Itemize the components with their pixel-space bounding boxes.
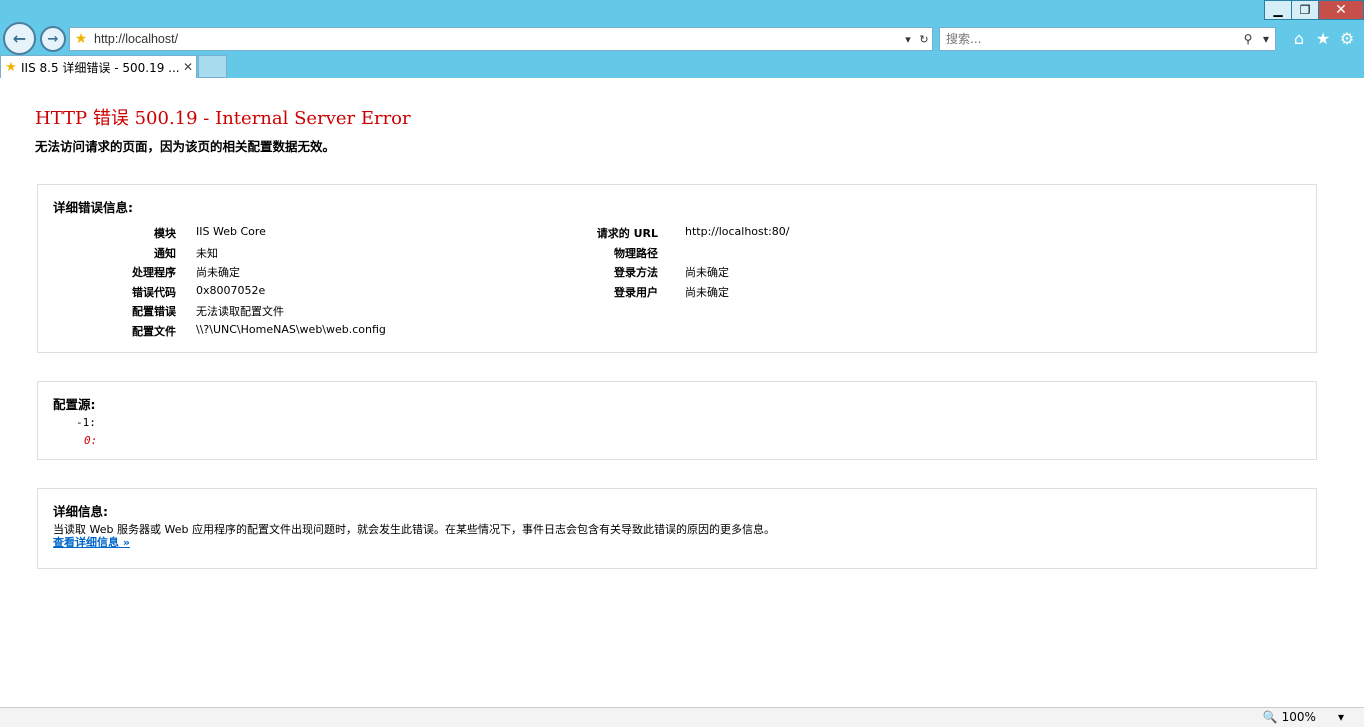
more-info-text: 当读取 Web 服务器或 Web 应用程序的配置文件出现问题时，就会发生此错误。… xyxy=(53,523,775,536)
error-heading: HTTP 错误 500.19 - Internal Server Error xyxy=(35,108,411,129)
kv-value: \\?\UNC\HomeNAS\web\web.config xyxy=(196,323,386,336)
kv-key: 登录方法 xyxy=(614,266,658,279)
kv-value: 尚未确定 xyxy=(685,286,729,299)
tools-gear-icon[interactable]: ⚙ xyxy=(1337,28,1357,48)
kv-key: 登录用户 xyxy=(614,286,658,299)
search-input[interactable] xyxy=(940,31,1239,47)
kv-value: IIS Web Core xyxy=(196,225,266,238)
search-icon[interactable]: ⚲ xyxy=(1239,32,1257,46)
home-icon[interactable]: ⌂ xyxy=(1289,28,1309,48)
kv-key: 错误代码 xyxy=(132,286,176,299)
browser-chrome: ▁ ❐ ✕ ← → ★ http://localhost/ ▾ ↻ ⚲ ▾ ⌂ … xyxy=(0,0,1364,78)
window-controls: ▁ ❐ ✕ xyxy=(1264,0,1364,20)
kv-value: 未知 xyxy=(196,247,218,260)
page-content: HTTP 错误 500.19 - Internal Server Error 无… xyxy=(0,78,1364,707)
kv-key: 请求的 URL xyxy=(596,227,658,240)
more-info-title: 详细信息: xyxy=(53,504,108,519)
kv-key: 模块 xyxy=(154,227,176,240)
new-tab-button[interactable] xyxy=(198,55,227,78)
tab-active[interactable]: ★ IIS 8.5 详细错误 - 500.19 ... ✕ xyxy=(0,55,197,78)
kv-value: 尚未确定 xyxy=(685,266,729,279)
detailed-error-panel: 详细错误信息: 模块 IIS Web Core 通知 未知 处理程序 尚未确定 … xyxy=(37,184,1317,353)
config-source-line: -1: xyxy=(76,416,96,429)
error-subheading: 无法访问请求的页面，因为该页的相关配置数据无效。 xyxy=(35,139,336,154)
tab-title: IIS 8.5 详细错误 - 500.19 ... xyxy=(21,60,180,75)
more-info-panel: 详细信息: 当读取 Web 服务器或 Web 应用程序的配置文件出现问题时，就会… xyxy=(37,488,1317,569)
minimize-button[interactable]: ▁ xyxy=(1264,0,1292,20)
status-bar: 🔍 100% ▾ xyxy=(0,707,1364,727)
favicon-star-icon: ★ xyxy=(74,31,88,47)
search-dropdown-icon[interactable]: ▾ xyxy=(1257,32,1275,46)
forward-button[interactable]: → xyxy=(40,26,66,52)
back-arrow-icon: ← xyxy=(12,29,27,48)
kv-key: 配置文件 xyxy=(132,325,176,338)
config-source-title: 配置源: xyxy=(53,397,96,412)
search-box: ⚲ ▾ xyxy=(939,27,1276,51)
zoom-dropdown-icon[interactable]: ▾ xyxy=(1338,710,1344,724)
kv-value: 无法读取配置文件 xyxy=(196,305,284,318)
zoom-control[interactable]: 🔍 100% ▾ xyxy=(1263,710,1344,724)
restore-button[interactable]: ❐ xyxy=(1291,0,1319,20)
zoom-level: 100% xyxy=(1281,710,1316,724)
config-source-error-line: 0: xyxy=(84,434,98,447)
kv-key: 处理程序 xyxy=(132,266,176,279)
kv-value: 0x8007052e xyxy=(196,284,266,297)
kv-key: 物理路径 xyxy=(614,247,658,260)
kv-value: http://localhost:80/ xyxy=(685,225,790,238)
zoom-icon: 🔍 xyxy=(1262,710,1278,724)
kv-key: 通知 xyxy=(154,247,176,260)
tab-close-icon[interactable]: ✕ xyxy=(180,60,196,74)
address-dropdown-icon[interactable]: ▾ xyxy=(900,33,916,46)
kv-key: 配置错误 xyxy=(132,305,176,318)
forward-arrow-icon: → xyxy=(47,31,59,47)
detailed-error-title: 详细错误信息: xyxy=(53,200,133,215)
config-source-panel: 配置源: -1: 0: xyxy=(37,381,1317,460)
tab-favicon-icon: ★ xyxy=(5,59,17,75)
back-button[interactable]: ← xyxy=(3,22,36,55)
address-url[interactable]: http://localhost/ xyxy=(92,32,900,46)
address-bar[interactable]: ★ http://localhost/ ▾ ↻ xyxy=(69,27,933,51)
config-source-line: 0: xyxy=(84,434,97,447)
view-details-link[interactable]: 查看详细信息 » xyxy=(53,534,130,550)
favorites-icon[interactable]: ★ xyxy=(1313,28,1333,48)
close-window-button[interactable]: ✕ xyxy=(1318,0,1364,20)
refresh-icon[interactable]: ↻ xyxy=(916,33,932,46)
kv-value: 尚未确定 xyxy=(196,266,240,279)
